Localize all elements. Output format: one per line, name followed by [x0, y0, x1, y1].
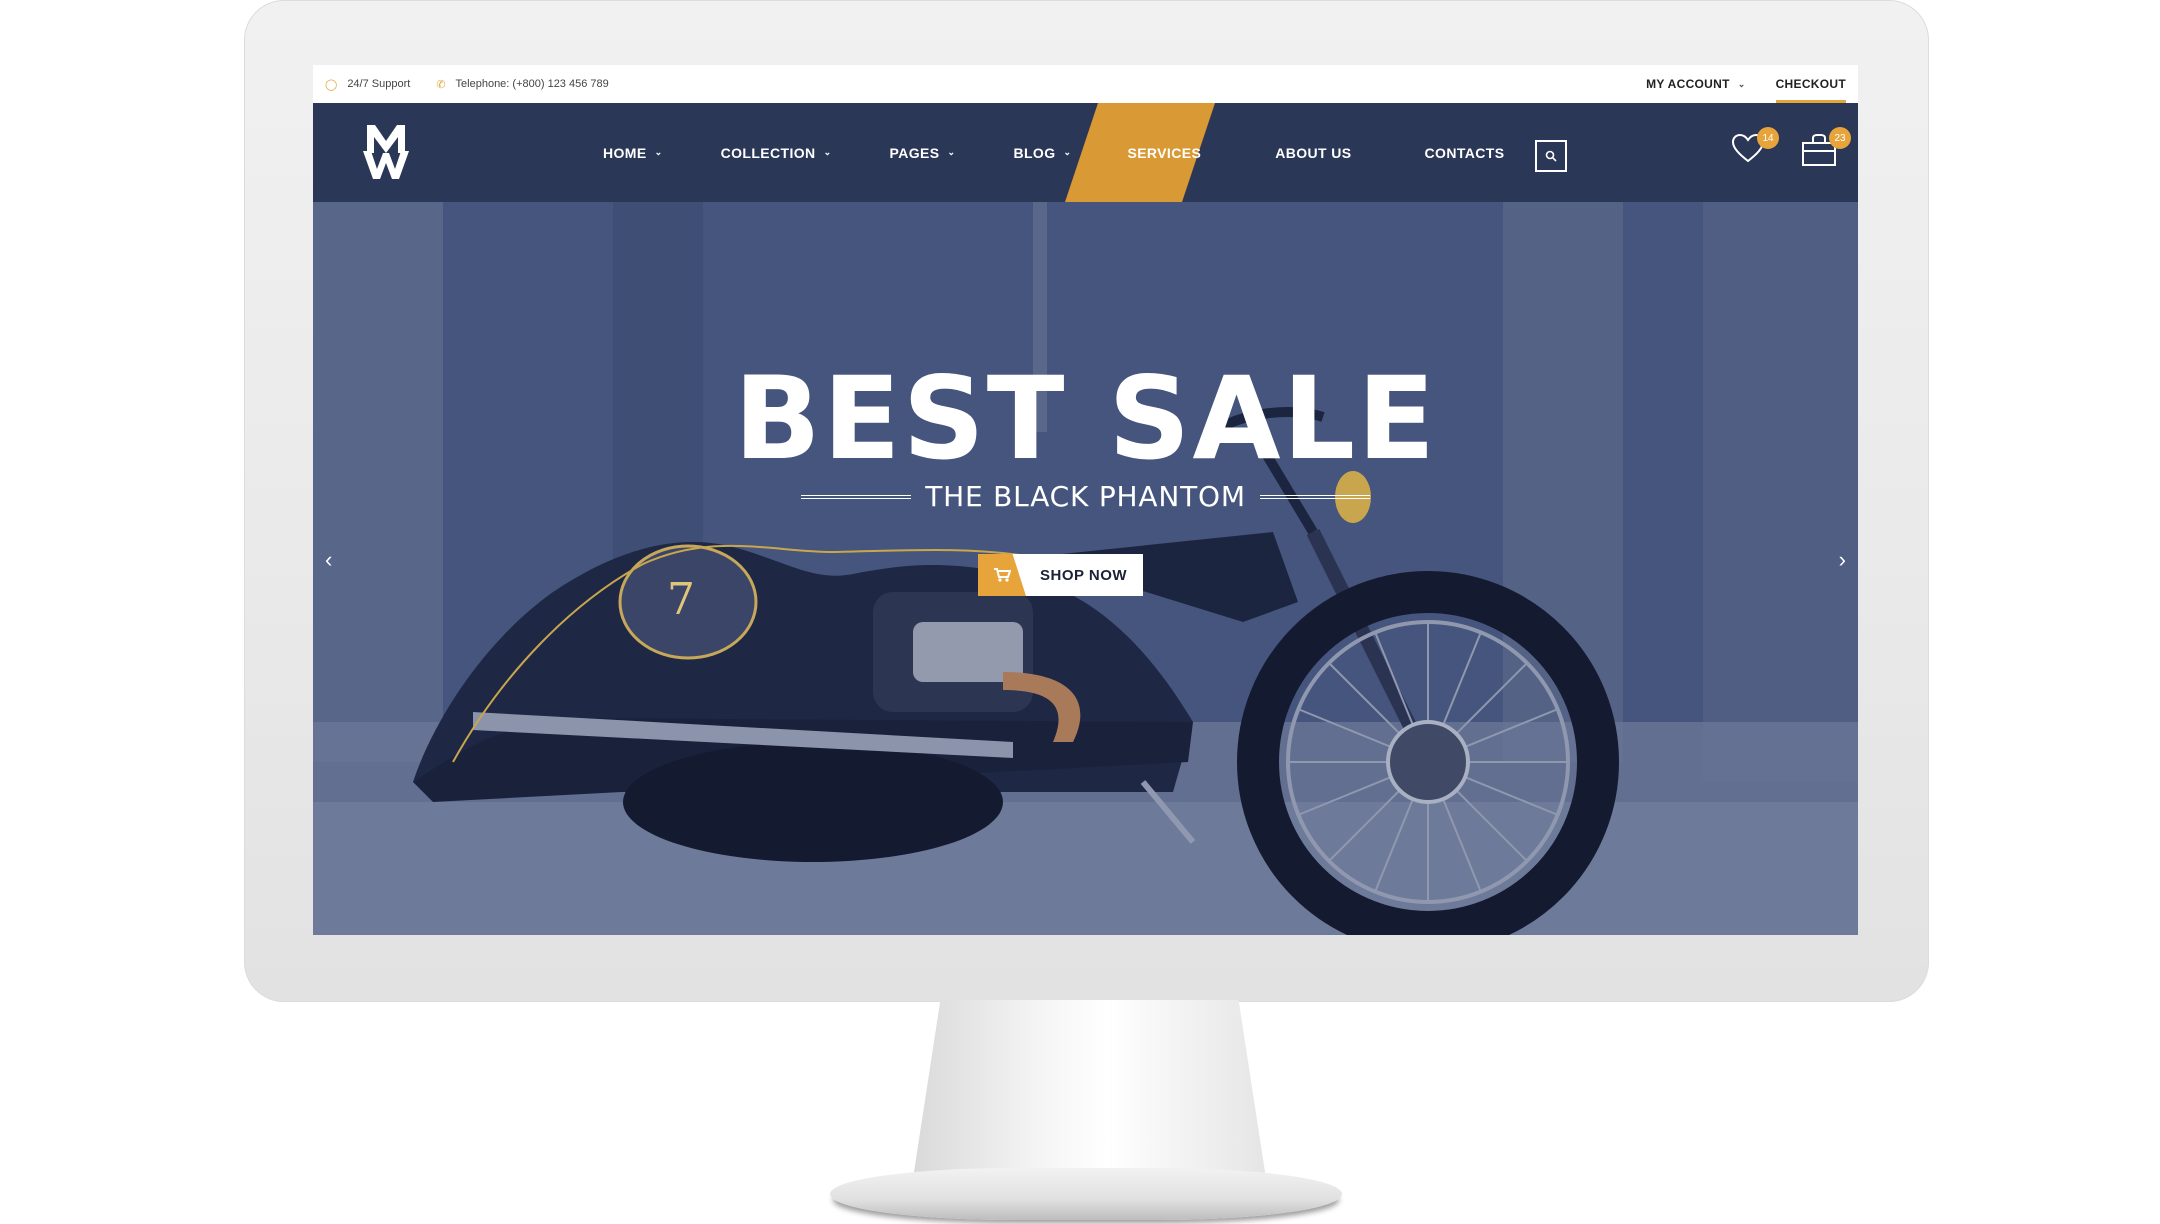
nav-item-home[interactable]: HOME ⌄ [603, 103, 663, 202]
cart-button[interactable]: 23 [1801, 127, 1851, 172]
slider-prev-arrow[interactable]: ‹ [325, 547, 332, 573]
telephone-info: ✆ Telephone: (+800) 123 456 789 [436, 78, 608, 91]
chevron-down-icon: ⌄ [1063, 147, 1072, 157]
nav-label: HOME [603, 144, 647, 161]
wishlist-button[interactable]: 14 [1731, 127, 1779, 168]
monitor-stand-neck [912, 1000, 1267, 1185]
checkout-link[interactable]: CHECKOUT [1775, 65, 1846, 103]
chevron-down-icon: ⌄ [823, 147, 832, 157]
search-button[interactable] [1535, 140, 1567, 172]
hero-subtitle: THE BLACK PHANTOM [925, 480, 1246, 513]
main-navbar: HOME ⌄ COLLECTION ⌄ PAGES ⌄ BLOG ⌄ SERVI… [313, 103, 1858, 202]
cart-icon [978, 554, 1026, 596]
nav-label: PAGES [889, 144, 940, 161]
support-info: ◯ 24/7 Support [325, 78, 410, 91]
subtitle-divider-left [801, 494, 912, 499]
account-links: MY ACCOUNT ⌄ CHECKOUT [1616, 65, 1846, 103]
nav-item-blog[interactable]: BLOG ⌄ [1013, 103, 1071, 202]
top-bar: ◯ 24/7 Support ✆ Telephone: (+800) 123 4… [313, 65, 1858, 103]
search-icon [1545, 150, 1557, 162]
chevron-down-icon: ⌄ [1737, 78, 1746, 89]
nav-menu: HOME ⌄ COLLECTION ⌄ PAGES ⌄ BLOG ⌄ SERVI… [603, 103, 1504, 202]
shop-now-label: SHOP NOW [1040, 566, 1128, 584]
nav-label: SERVICES [1127, 144, 1202, 161]
support-text: 24/7 Support [347, 78, 411, 90]
hero-title: BEST SALE [733, 352, 1438, 485]
nav-item-collection[interactable]: COLLECTION ⌄ [721, 103, 832, 202]
nav-label: BLOG [1013, 144, 1056, 161]
nav-label: COLLECTION [720, 144, 816, 161]
site-logo[interactable] [363, 123, 409, 181]
nav-label: ABOUT US [1275, 144, 1352, 161]
chevron-down-icon: ⌄ [947, 147, 956, 157]
monitor-stand-base [830, 1168, 1342, 1220]
nav-item-services[interactable]: SERVICES [1127, 103, 1201, 202]
tank-badge-number: 7 [667, 574, 695, 625]
clock-icon: ◯ [325, 78, 338, 91]
nav-label: CONTACTS [1424, 144, 1505, 161]
subtitle-divider-right [1259, 494, 1370, 499]
nav-item-about-us[interactable]: ABOUT US [1275, 103, 1351, 202]
my-account-link[interactable]: MY ACCOUNT ⌄ [1646, 65, 1746, 103]
my-account-label: MY ACCOUNT [1646, 77, 1730, 91]
telephone-text: Telephone: (+800) 123 456 789 [455, 78, 609, 90]
website-screen: ◯ 24/7 Support ✆ Telephone: (+800) 123 4… [313, 65, 1858, 935]
checkout-label: CHECKOUT [1775, 77, 1846, 91]
nav-item-contacts[interactable]: CONTACTS [1425, 103, 1505, 202]
shop-now-button[interactable]: SHOP NOW [978, 554, 1144, 596]
hero-subtitle-row: THE BLACK PHANTOM [313, 480, 1858, 513]
nav-item-pages[interactable]: PAGES ⌄ [890, 103, 956, 202]
cart-count-badge: 23 [1829, 127, 1851, 149]
hero-slider: 7 BEST SALE THE BLACK PHANTOM SHOP NOW ‹… [313, 202, 1858, 935]
slider-next-arrow[interactable]: › [1839, 547, 1846, 573]
chevron-down-icon: ⌄ [654, 147, 663, 157]
wishlist-count-badge: 14 [1757, 127, 1779, 149]
phone-icon: ✆ [436, 78, 446, 91]
